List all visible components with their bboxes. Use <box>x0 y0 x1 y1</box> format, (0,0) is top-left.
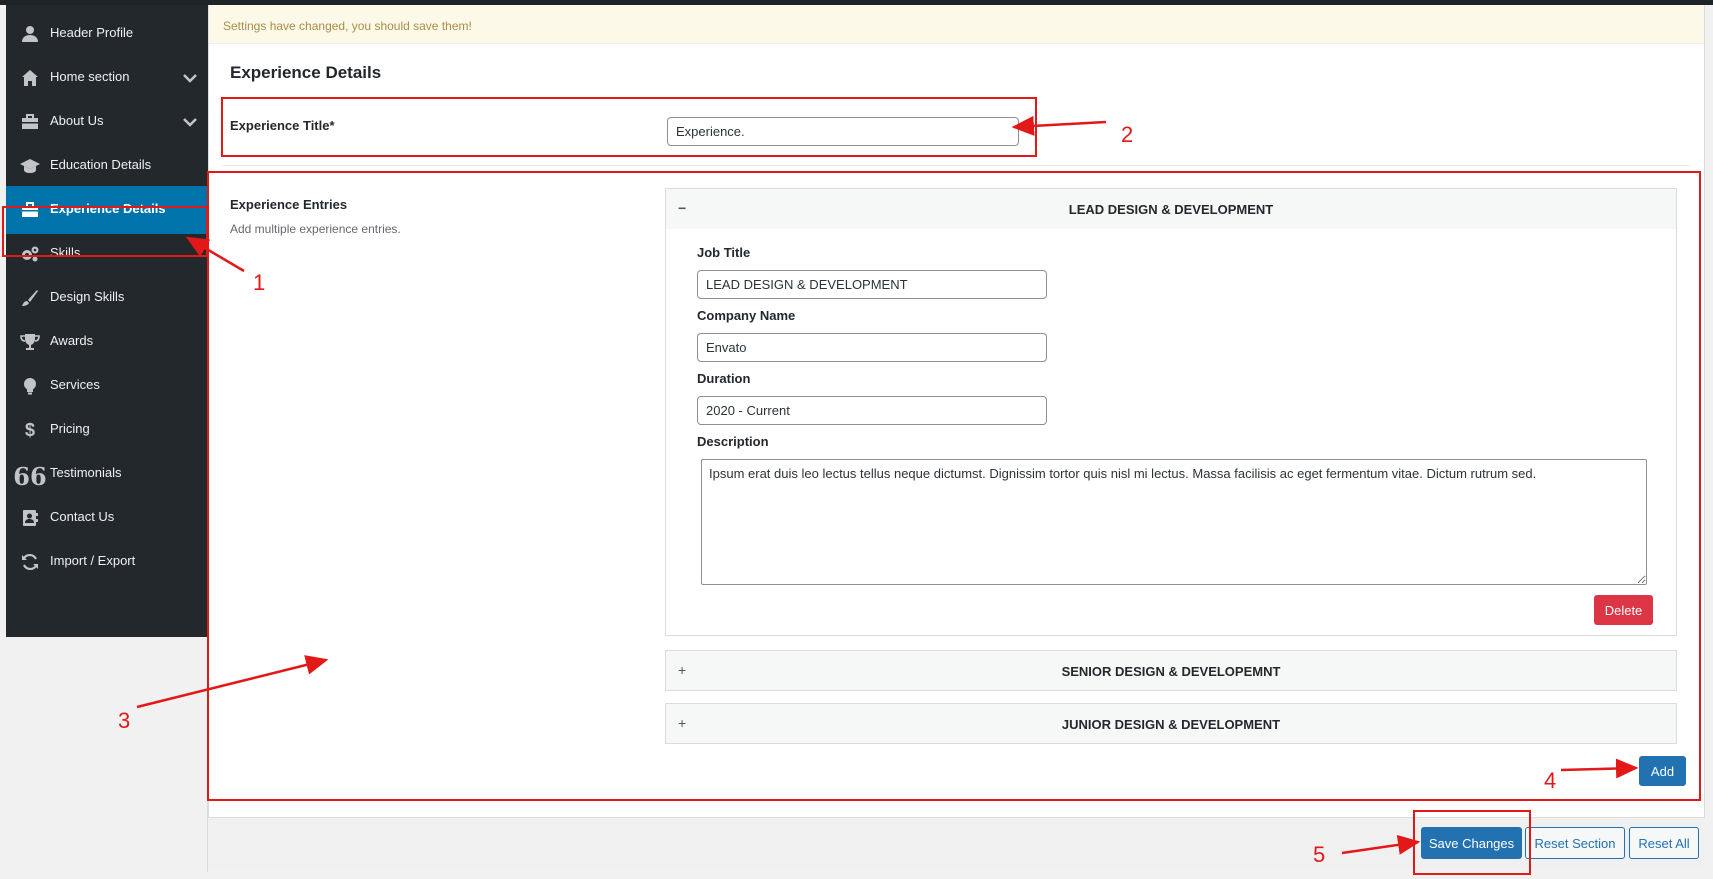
briefcase-icon <box>20 200 40 220</box>
description-textarea[interactable]: Ipsum erat duis leo lectus tellus neque … <box>701 459 1647 585</box>
accordion-header[interactable]: + JUNIOR DESIGN & DEVELOPMENT <box>666 704 1676 744</box>
cogs-icon <box>20 244 40 264</box>
accordion-header[interactable]: − LEAD DESIGN & DEVELOPMENT <box>666 189 1676 229</box>
job-title-input[interactable] <box>697 270 1047 299</box>
company-name-input[interactable] <box>697 333 1047 362</box>
annotation-number-1: 1 <box>253 270 266 295</box>
graduation-cap-icon <box>20 156 40 176</box>
experience-entry-panel[interactable]: + JUNIOR DESIGN & DEVELOPMENT <box>665 703 1677 744</box>
sidebar-item-testimonials[interactable]: 66 Testimonials <box>6 450 208 498</box>
add-entry-button[interactable]: Add <box>1639 756 1686 786</box>
accordion-header[interactable]: + SENIOR DESIGN & DEVELOPEMNT <box>666 651 1676 691</box>
sidebar-item-label: Education Details <box>50 157 152 172</box>
sidebar-item-label: Awards <box>50 333 94 348</box>
accordion-title: JUNIOR DESIGN & DEVELOPMENT <box>1061 717 1281 732</box>
sidebar-item-label: Skills <box>50 245 81 260</box>
experience-entries-label: Experience Entries <box>230 197 348 212</box>
window-edge <box>1705 5 1713 879</box>
briefcase-icon <box>20 112 40 132</box>
dollar-icon: $ <box>24 419 35 440</box>
chevron-down-icon[interactable] <box>182 70 198 86</box>
user-icon <box>20 24 40 44</box>
notice-text: Settings have changed, you should save t… <box>223 19 472 33</box>
sidebar-item-label: About Us <box>50 113 104 128</box>
experience-title-input[interactable] <box>667 117 1019 146</box>
experience-title-label: Experience Title* <box>230 118 335 133</box>
home-icon <box>20 68 40 88</box>
sidebar-item-label: Experience Details <box>50 201 166 216</box>
sidebar-item-label: Design Skills <box>50 289 125 304</box>
contact-card-icon <box>20 508 40 528</box>
annotation-number-3: 3 <box>118 708 131 733</box>
field-divider <box>223 165 1689 166</box>
description-label: Description <box>697 434 769 449</box>
brush-icon <box>20 288 40 308</box>
sidebar-item-about-us[interactable]: About Us <box>6 98 208 146</box>
sidebar-item-design-skills[interactable]: Design Skills <box>6 274 208 322</box>
sidebar-item-skills[interactable]: Skills <box>6 230 208 278</box>
sidebar-item-experience-details[interactable]: Experience Details <box>6 186 208 234</box>
sidebar-item-awards[interactable]: Awards <box>6 318 208 366</box>
experience-entry-panel: − LEAD DESIGN & DEVELOPMENT Job Title Co… <box>665 188 1677 636</box>
sidebar-item-label: Pricing <box>50 421 90 436</box>
sidebar-item-header-profile[interactable]: Header Profile <box>6 10 208 58</box>
chevron-down-icon[interactable] <box>182 114 198 130</box>
sidebar-item-label: Testimonials <box>50 465 122 480</box>
delete-button[interactable]: Delete <box>1594 595 1653 625</box>
sidebar-item-label: Contact Us <box>50 509 115 524</box>
sidebar-item-import-export[interactable]: Import / Export <box>6 538 208 586</box>
experience-entry-panel[interactable]: + SENIOR DESIGN & DEVELOPEMNT <box>665 650 1677 691</box>
company-name-label: Company Name <box>697 308 796 323</box>
sidebar-item-pricing[interactable]: $ Pricing <box>6 406 208 454</box>
options-sidebar: Header Profile Home section About Us Edu… <box>6 5 208 637</box>
accordion-title: SENIOR DESIGN & DEVELOPEMNT <box>1061 664 1281 679</box>
duration-input[interactable] <box>697 396 1047 425</box>
page-title: Experience Details <box>230 63 382 82</box>
sidebar-item-contact-us[interactable]: Contact Us <box>6 494 208 542</box>
job-title-label: Job Title <box>697 245 751 260</box>
annotation-number-5: 5 <box>1313 842 1326 867</box>
reset-section-button[interactable]: Reset Section <box>1525 827 1625 859</box>
sidebar-item-label: Home section <box>50 69 130 84</box>
options-content-panel: Settings have changed, you should save t… <box>208 5 1705 869</box>
sidebar-item-education-details[interactable]: Education Details <box>6 142 208 190</box>
sidebar-item-label: Header Profile <box>50 25 134 40</box>
refresh-icon <box>20 552 40 572</box>
trophy-icon <box>20 332 40 352</box>
save-changes-button[interactable]: Save Changes <box>1421 827 1522 859</box>
experience-entries-description: Add multiple experience entries. <box>230 222 401 236</box>
accordion-body: Job Title Company Name Duration Descript… <box>666 229 1676 635</box>
quote-icon: 66 <box>13 462 47 491</box>
sidebar-item-label: Import / Export <box>50 553 136 568</box>
sidebar-item-label: Services <box>50 377 100 392</box>
sidebar-item-home-section[interactable]: Home section <box>6 54 208 102</box>
annotation-number-4: 4 <box>1544 768 1557 793</box>
sidebar-empty-area <box>6 637 208 872</box>
lightbulb-icon <box>20 376 40 396</box>
reset-all-button[interactable]: Reset All <box>1629 827 1699 859</box>
duration-label: Duration <box>697 371 751 386</box>
unsaved-changes-notice: Settings have changed, you should save t… <box>209 5 1704 44</box>
accordion-title: LEAD DESIGN & DEVELOPMENT <box>1068 202 1274 217</box>
sidebar-item-services[interactable]: Services <box>6 362 208 410</box>
annotation-number-2: 2 <box>1121 122 1134 147</box>
